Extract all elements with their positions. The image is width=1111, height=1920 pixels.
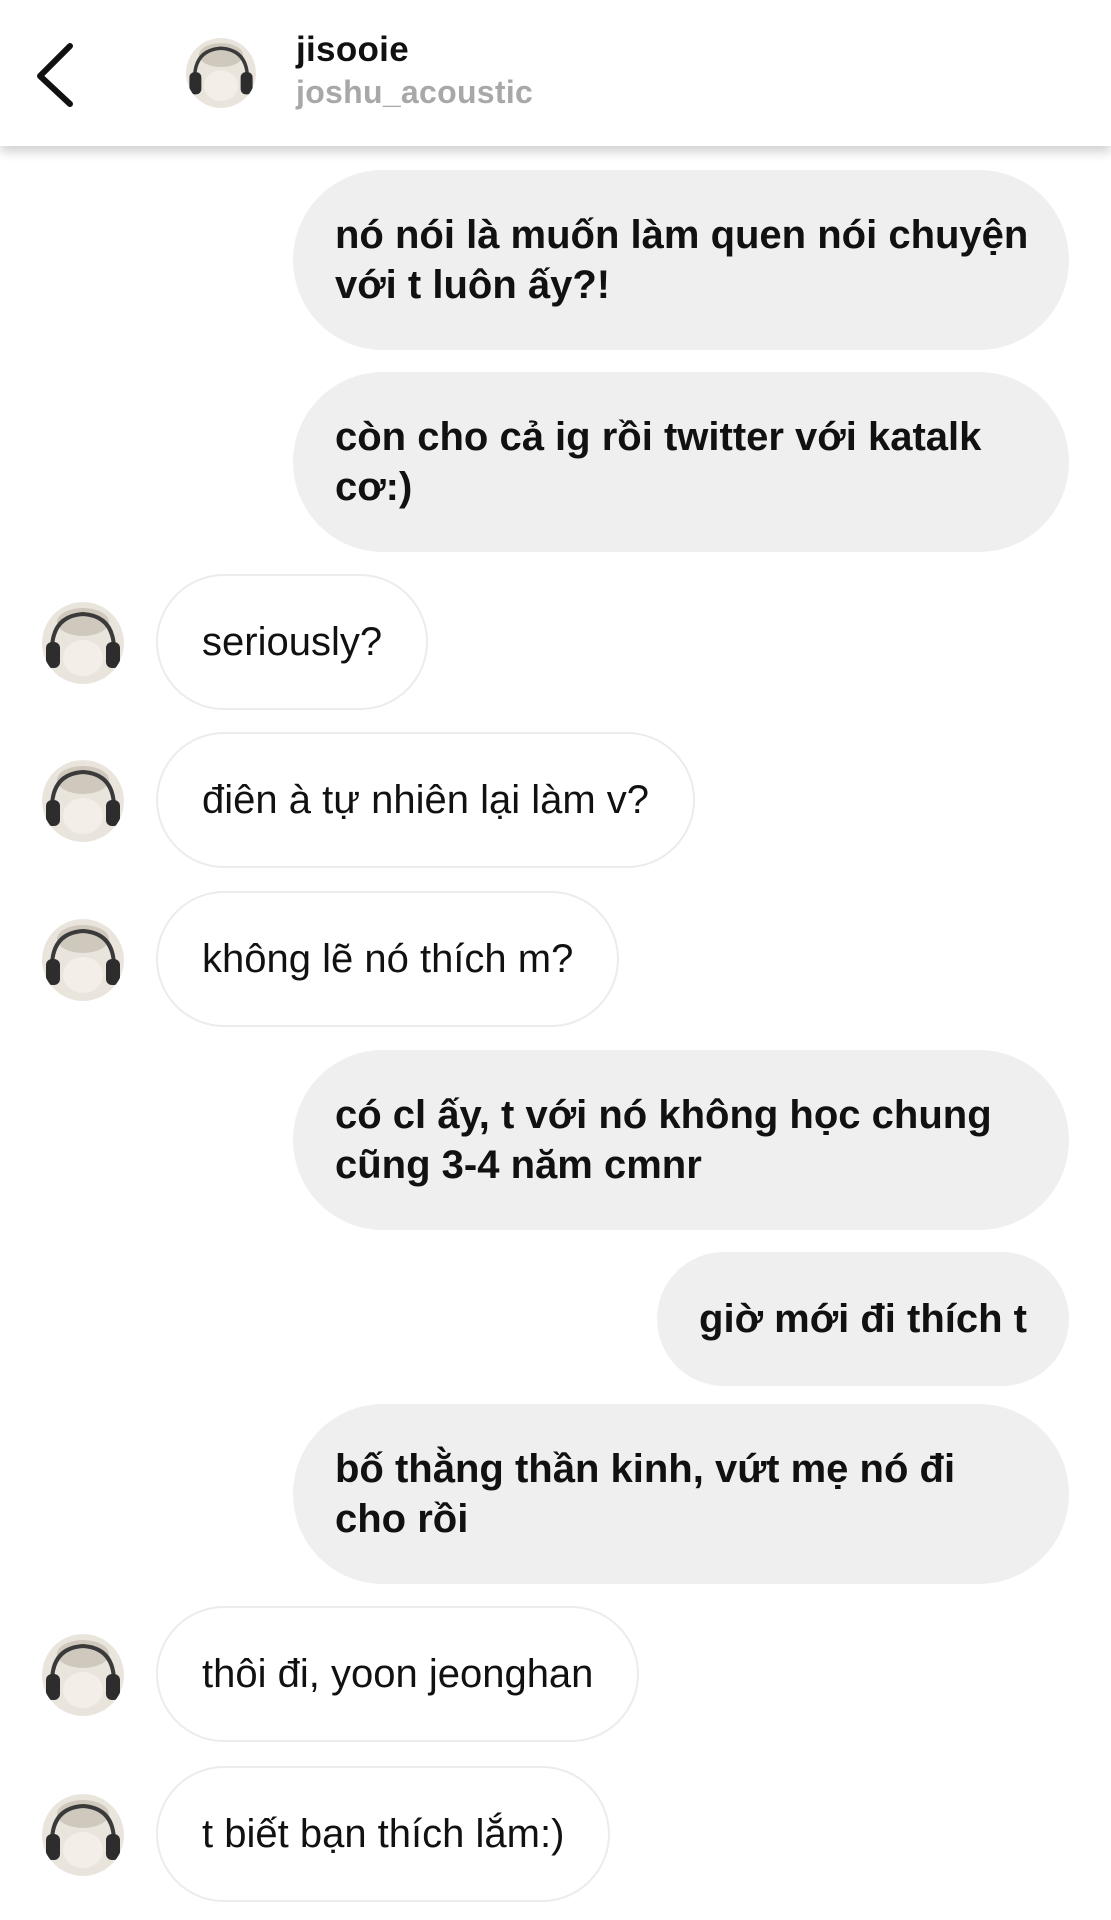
contact-username[interactable]: joshu_acoustic (296, 74, 533, 111)
message-text: t biết bạn thích lắm:) (202, 1812, 565, 1856)
avatar-image (186, 38, 256, 108)
message-text: nó nói là muốn làm quen nói chuyện với t… (335, 213, 1029, 307)
message-thread[interactable]: nó nói là muốn làm quen nói chuyện với t… (0, 146, 1111, 1920)
sent-message[interactable]: nó nói là muốn làm quen nói chuyện với t… (293, 170, 1069, 350)
message-text: seriously? (202, 620, 383, 664)
avatar-image (42, 602, 124, 684)
contact-avatar[interactable] (186, 38, 256, 108)
sent-message[interactable]: bố thằng thần kinh, vứt mẹ nó đi cho rồi (293, 1404, 1069, 1584)
received-message[interactable]: t biết bạn thích lắm:) (156, 1766, 611, 1902)
received-message[interactable]: thôi đi, yoon jeonghan (156, 1606, 640, 1742)
chat-header: jisooie joshu_acoustic (0, 0, 1111, 146)
received-message[interactable]: seriously? (156, 574, 429, 710)
chevron-left-icon (37, 43, 73, 107)
avatar-image (42, 1634, 124, 1716)
message-text: có cl ấy, t với nó không học chung cũng … (335, 1093, 992, 1187)
sender-avatar[interactable] (42, 919, 124, 1001)
contact-display-name[interactable]: jisooie (296, 30, 409, 70)
message-text: giờ mới đi thích t (699, 1297, 1027, 1341)
back-button[interactable] (28, 38, 88, 110)
avatar-image (42, 1794, 124, 1876)
message-text: bố thằng thần kinh, vứt mẹ nó đi cho rồi (335, 1447, 956, 1541)
sender-avatar[interactable] (42, 1634, 124, 1716)
sent-message[interactable]: còn cho cả ig rồi twitter với katalk cơ:… (293, 372, 1069, 552)
avatar-image (42, 760, 124, 842)
received-message[interactable]: điên à tự nhiên lại làm v? (156, 732, 696, 868)
message-text: không lẽ nó thích m? (202, 937, 574, 981)
avatar-image (42, 919, 124, 1001)
message-text: thôi đi, yoon jeonghan (202, 1652, 594, 1696)
sender-avatar[interactable] (42, 760, 124, 842)
received-message[interactable]: không lẽ nó thích m? (156, 891, 620, 1027)
message-text: điên à tự nhiên lại làm v? (202, 778, 650, 822)
sent-message[interactable]: có cl ấy, t với nó không học chung cũng … (293, 1050, 1069, 1230)
message-text: còn cho cả ig rồi twitter với katalk cơ:… (335, 415, 982, 509)
sender-avatar[interactable] (42, 1794, 124, 1876)
sender-avatar[interactable] (42, 602, 124, 684)
sent-message[interactable]: giờ mới đi thích t (657, 1252, 1069, 1386)
